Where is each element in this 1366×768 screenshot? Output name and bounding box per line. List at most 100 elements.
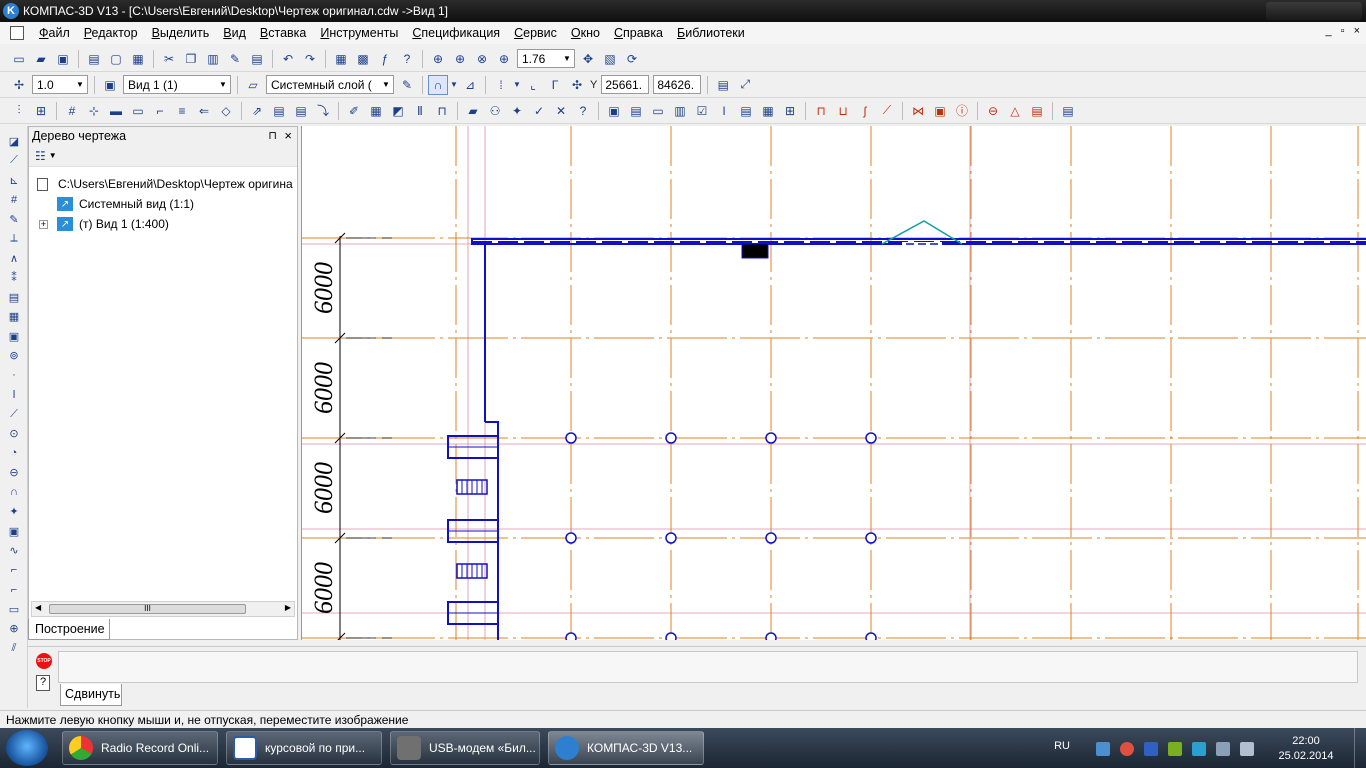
- table-grid-tool-icon[interactable]: ⊞: [780, 101, 800, 121]
- coord-y-field[interactable]: 84626.: [653, 75, 702, 94]
- formula-icon[interactable]: ƒ: [375, 49, 395, 69]
- menu-insert[interactable]: Вставка: [253, 23, 313, 43]
- redo-icon[interactable]: ↷: [300, 49, 320, 69]
- info-circle-icon[interactable]: ⓘ: [952, 101, 972, 121]
- hatch-icon[interactable]: ⫶: [9, 101, 29, 121]
- vline-tool-icon[interactable]: ǀ: [6, 388, 22, 402]
- zoom-combo[interactable]: 1.76 ▼: [517, 49, 575, 68]
- window-tool-icon[interactable]: ▭: [128, 101, 148, 121]
- tnc-tool-icon[interactable]: ▦: [758, 101, 778, 121]
- antivirus-icon[interactable]: [1120, 742, 1134, 756]
- expand-icon[interactable]: +: [39, 220, 48, 229]
- check-tool-icon[interactable]: ✓: [529, 101, 549, 121]
- grid-tool-icon[interactable]: #: [62, 101, 82, 121]
- fill-tool-icon[interactable]: ◩: [388, 101, 408, 121]
- keyboard-tool-icon[interactable]: ▭: [648, 101, 668, 121]
- pencil-tool-icon[interactable]: ✐: [344, 101, 364, 121]
- task-kompas[interactable]: КОМПАС-3D V13...: [548, 731, 704, 765]
- show-desktop-button[interactable]: [1354, 728, 1366, 768]
- step-icon[interactable]: ✢: [9, 75, 29, 95]
- level-tool-icon[interactable]: ▤: [269, 101, 289, 121]
- cursor-coords-icon[interactable]: ✣: [567, 75, 587, 95]
- grid-icon[interactable]: ⁞: [491, 75, 511, 95]
- scroll-thumb[interactable]: III: [49, 604, 246, 614]
- manager-icon[interactable]: ▦: [331, 49, 351, 69]
- menu-select[interactable]: Выделить: [145, 23, 217, 43]
- mdi-close-button[interactable]: ×: [1354, 25, 1360, 37]
- diamond-tool-icon[interactable]: ◇: [216, 101, 236, 121]
- tree-horizontal-scrollbar[interactable]: ◀ III ▶: [31, 601, 295, 617]
- bookmark-tool-icon[interactable]: ▤: [736, 101, 756, 121]
- snap-magnet-icon[interactable]: ∩: [428, 74, 448, 95]
- mdi-minimize-button[interactable]: _: [1326, 25, 1332, 37]
- chamfer-tool-icon[interactable]: ⌐: [6, 563, 22, 577]
- circle-sign-tool-icon[interactable]: ⊖: [983, 101, 1003, 121]
- menu-view[interactable]: Вид: [216, 23, 253, 43]
- menu-file[interactable]: Файл: [32, 23, 77, 43]
- signal-icon[interactable]: [1216, 742, 1230, 756]
- parameters-icon[interactable]: ▤: [713, 75, 733, 95]
- window-controls[interactable]: [1266, 2, 1362, 20]
- menu-tools[interactable]: Инструменты: [313, 23, 405, 43]
- ellipse-tool-icon[interactable]: ⊖: [6, 466, 22, 480]
- rect-tool-icon[interactable]: ▣: [6, 524, 22, 538]
- chevron-down-icon[interactable]: ▼: [73, 76, 87, 93]
- column-tool-icon[interactable]: Ⅱ: [410, 101, 430, 121]
- rotate-icon[interactable]: ▧: [600, 49, 620, 69]
- tree-item-view-1[interactable]: ↗ (т) Вид 1 (1:400): [57, 215, 169, 233]
- tree-item-system-view[interactable]: ↗ Системный вид (1:1): [57, 195, 194, 213]
- document-icon[interactable]: [10, 26, 24, 40]
- stop-icon[interactable]: STOP: [36, 653, 52, 669]
- sign-tool-icon[interactable]: ⊓: [811, 101, 831, 121]
- circles-tool-icon[interactable]: ⊚: [6, 349, 22, 363]
- open-folder-icon[interactable]: ▰: [31, 49, 51, 69]
- zoom-in-icon[interactable]: ⊕: [450, 49, 470, 69]
- layer-icon[interactable]: ▱: [243, 75, 263, 95]
- menu-window[interactable]: Окно: [564, 23, 607, 43]
- round-icon[interactable]: Г: [545, 75, 565, 95]
- axis-tool-icon[interactable]: ⊹: [84, 101, 104, 121]
- segment-tool-icon[interactable]: ⟋: [6, 407, 22, 421]
- network-icon[interactable]: [1096, 742, 1110, 756]
- chevron-down-icon[interactable]: ▼: [49, 151, 57, 160]
- wrench-tool-icon[interactable]: ✕: [551, 101, 571, 121]
- fillet-tool-icon[interactable]: ⌐: [6, 583, 22, 597]
- spline-tool-icon[interactable]: ∿: [6, 544, 22, 558]
- folder-tool-icon[interactable]: ▰: [463, 101, 483, 121]
- layer-combo[interactable]: Системный слой ( ▼: [266, 75, 394, 94]
- sign2-tool-icon[interactable]: ⊔: [833, 101, 853, 121]
- pipe-tool-icon[interactable]: ʃ: [855, 101, 875, 121]
- people-tool-icon[interactable]: ⚇: [485, 101, 505, 121]
- help-pointer-icon[interactable]: ?: [397, 49, 417, 69]
- page-setup-icon[interactable]: ▦: [128, 49, 148, 69]
- pan-icon[interactable]: ✥: [578, 49, 598, 69]
- tab-move[interactable]: Сдвинуть: [60, 684, 122, 706]
- layer-properties-icon[interactable]: ✎: [397, 75, 417, 95]
- polygon-tool-icon[interactable]: ▭: [6, 602, 22, 616]
- tab-construction[interactable]: Построение: [28, 619, 110, 640]
- arrow-tool-icon[interactable]: ⇐: [194, 101, 214, 121]
- monitor-icon[interactable]: [1192, 742, 1206, 756]
- menu-editor[interactable]: Редактор: [77, 23, 145, 43]
- tree-view-mode-icon[interactable]: ☷: [35, 149, 46, 163]
- drawing-canvas[interactable]: 6000 6000 6000 6000: [301, 126, 1366, 640]
- chevron-down-icon[interactable]: ▼: [513, 75, 521, 95]
- pencil-tool-icon[interactable]: ✎: [6, 212, 22, 226]
- arc-tool-icon[interactable]: ∧: [6, 251, 22, 265]
- measure-icon[interactable]: ⤢: [735, 75, 755, 95]
- properties-icon[interactable]: ▤: [247, 49, 267, 69]
- door-tool-icon[interactable]: ⌐: [150, 101, 170, 121]
- menu-service[interactable]: Сервис: [507, 23, 564, 43]
- pin-icon[interactable]: ⊓: [268, 129, 277, 142]
- hatch-tool-icon[interactable]: ▦: [6, 310, 22, 324]
- step-combo[interactable]: 1.0 ▼: [32, 75, 88, 94]
- frame-tool-icon[interactable]: ⊓: [432, 101, 452, 121]
- mdi-restore-button[interactable]: ▫: [1341, 25, 1345, 37]
- print-preview-icon[interactable]: ▢: [106, 49, 126, 69]
- task-modem[interactable]: USB-модем «Бил...: [390, 731, 540, 765]
- angle-tool-icon[interactable]: ⊾: [6, 173, 22, 187]
- help-circle-icon[interactable]: ?: [573, 101, 593, 121]
- menu-help[interactable]: Справка: [607, 23, 670, 43]
- magic-tool-icon[interactable]: ✦: [507, 101, 527, 121]
- start-button[interactable]: [6, 730, 48, 766]
